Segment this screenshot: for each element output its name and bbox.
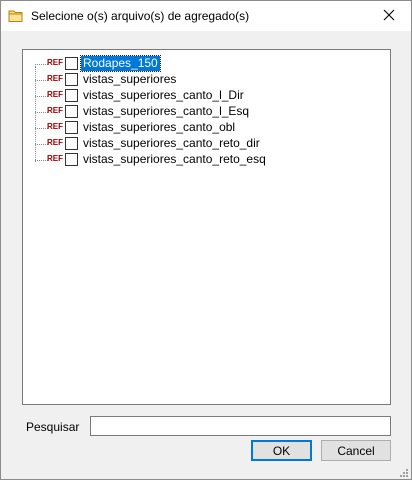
item-checkbox[interactable] bbox=[65, 121, 78, 134]
item-checkbox[interactable] bbox=[65, 57, 78, 70]
tree-item-label[interactable]: vistas_superiores bbox=[81, 72, 178, 87]
ref-icon: REF bbox=[47, 154, 63, 163]
tree-item[interactable]: REF vistas_superiores_canto_reto_dir bbox=[23, 136, 383, 152]
tree-item-label[interactable]: vistas_superiores_canto_reto_dir bbox=[81, 136, 262, 151]
search-label: Pesquisar bbox=[26, 420, 80, 434]
search-input[interactable] bbox=[90, 416, 391, 436]
tree-item-label[interactable]: vistas_superiores_canto_obl bbox=[81, 120, 237, 135]
close-button[interactable] bbox=[366, 1, 411, 31]
tree-item[interactable]: REF vistas_superiores_canto_obl bbox=[23, 120, 383, 136]
folder-icon bbox=[8, 9, 24, 23]
tree-item-label[interactable]: vistas_superiores_canto_l_Esq bbox=[81, 104, 251, 119]
ref-icon: REF bbox=[47, 58, 63, 67]
cancel-button[interactable]: Cancel bbox=[321, 440, 391, 461]
item-checkbox[interactable] bbox=[65, 105, 78, 118]
item-checkbox[interactable] bbox=[65, 73, 78, 86]
tree-item-label[interactable]: Rodapes_150 bbox=[80, 55, 161, 72]
file-tree[interactable]: REF Rodapes_150 REF vistas_superiores REF vis… bbox=[22, 49, 391, 405]
resize-grip-icon[interactable] bbox=[399, 467, 409, 477]
item-checkbox[interactable] bbox=[65, 89, 78, 102]
tree-item-label[interactable]: vistas_superiores_canto_reto_esq bbox=[81, 152, 268, 167]
tree-item[interactable]: REF vistas_superiores_canto_l_Dir bbox=[23, 88, 383, 104]
close-icon bbox=[383, 9, 395, 24]
tree-item[interactable]: REF Rodapes_150 bbox=[23, 55, 383, 72]
ref-icon: REF bbox=[47, 90, 63, 99]
tree-item[interactable]: REF vistas_superiores_canto_reto_esq bbox=[23, 152, 383, 168]
ok-button[interactable]: OK bbox=[251, 440, 312, 461]
item-checkbox[interactable] bbox=[65, 137, 78, 150]
ref-icon: REF bbox=[47, 74, 63, 83]
window-title: Selecione o(s) arquivo(s) de agregado(s) bbox=[31, 9, 250, 23]
ref-icon: REF bbox=[47, 138, 63, 147]
ref-icon: REF bbox=[47, 122, 63, 131]
item-checkbox[interactable] bbox=[65, 153, 78, 166]
ref-icon: REF bbox=[47, 106, 63, 115]
title-bar: Selecione o(s) arquivo(s) de agregado(s) bbox=[1, 1, 411, 31]
tree-item-label[interactable]: vistas_superiores_canto_l_Dir bbox=[81, 88, 246, 103]
dialog-window: Selecione o(s) arquivo(s) de agregado(s)… bbox=[0, 0, 412, 480]
tree-item[interactable]: REF vistas_superiores_canto_l_Esq bbox=[23, 104, 383, 120]
tree-item[interactable]: REF vistas_superiores bbox=[23, 72, 383, 88]
